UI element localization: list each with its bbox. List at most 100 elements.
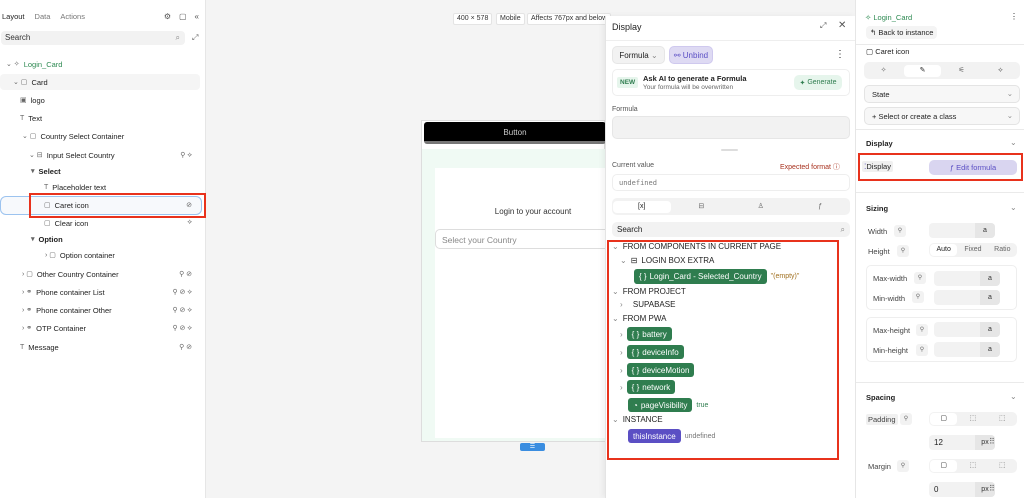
section-components[interactable]: ⌄ FROM COMPONENTS IN CURRENT PAGE xyxy=(612,242,781,251)
section-project[interactable]: ⌄ FROM PROJECT xyxy=(612,287,686,296)
variable-row[interactable]: ›{ } deviceInfo xyxy=(620,345,684,359)
group-supabase[interactable]: › SUPABASE xyxy=(620,300,675,309)
padding-axis-icon[interactable]: ⬚ xyxy=(959,413,986,425)
padding-sides-icon[interactable]: ⬚ xyxy=(989,413,1016,425)
margin-all-icon[interactable]: ▢ xyxy=(930,460,958,472)
style-tab-icon[interactable]: ✎ xyxy=(904,64,941,77)
bind-icon[interactable]: ⚲ xyxy=(900,413,912,425)
section-instance[interactable]: ⌄ INSTANCE xyxy=(612,415,663,424)
margin-axis-icon[interactable]: ⬚ xyxy=(959,460,986,472)
bind-icon[interactable]: ⚲ xyxy=(914,272,926,284)
bind-icon[interactable]: ⚲ xyxy=(897,245,909,257)
spacing-section-title[interactable]: Spacing xyxy=(866,393,895,402)
bind-icon[interactable]: ⚲ xyxy=(916,324,928,336)
mode-dropdown[interactable]: Formula ⌄ xyxy=(612,46,665,64)
height-fixed[interactable]: Fixed xyxy=(959,244,986,256)
variable-row[interactable]: ◔ pageVisibility true xyxy=(628,398,708,412)
drag-handle-icon[interactable]: ⠿ xyxy=(989,484,995,493)
min-width-input[interactable]: a xyxy=(934,290,1000,305)
generate-button[interactable]: ✦ Generate xyxy=(794,75,842,90)
sizing-section-title[interactable]: Sizing xyxy=(866,204,888,213)
tree-item[interactable]: › ▢ Option container xyxy=(45,247,115,263)
width-input[interactable]: a xyxy=(929,223,995,238)
adjust-tab-icon[interactable]: ⚟ xyxy=(943,65,980,77)
user-tab-icon[interactable]: ♙ xyxy=(732,201,790,213)
expected-format[interactable]: Expected format ⓘ xyxy=(780,162,840,172)
max-height-input[interactable]: a xyxy=(934,322,1000,337)
tree-item[interactable]: ▾ Select xyxy=(31,163,61,179)
bind-icon[interactable]: ⚲ xyxy=(916,344,928,356)
tree-item[interactable]: › ▢ Other Country Container ⚲ ⊘ xyxy=(22,266,192,282)
close-icon[interactable]: ✕ xyxy=(838,20,846,31)
min-height-input[interactable]: a xyxy=(934,342,1000,357)
canvas[interactable]: 400 × 578 Mobile Affects 767px and below… xyxy=(207,0,612,498)
height-ratio[interactable]: Ratio xyxy=(989,244,1016,256)
bug-icon[interactable]: ⚙ xyxy=(164,12,171,21)
tree-item[interactable]: ▣ logo xyxy=(20,92,45,108)
search-icon: ⌕ xyxy=(840,225,845,234)
chevron-down-icon[interactable]: ⌄ xyxy=(1010,203,1017,212)
component-link[interactable]: ✧ Login_Card xyxy=(865,13,912,22)
resize-handle[interactable]: ☰ xyxy=(520,443,545,451)
more-icon[interactable]: ⋮ xyxy=(835,49,845,60)
tree-item[interactable]: ⌄ ✧ Login_Card xyxy=(6,56,62,72)
tab-actions[interactable]: Actions xyxy=(60,12,85,21)
formula-input[interactable] xyxy=(612,116,850,139)
expand-icon[interactable]: ⤢ xyxy=(192,33,198,43)
display-section-title[interactable]: Display xyxy=(866,139,893,148)
tree-item[interactable]: T Text xyxy=(20,110,42,126)
tab-data[interactable]: Data xyxy=(35,12,51,21)
drag-handle-icon[interactable]: ⠿ xyxy=(989,437,995,446)
margin-sides-icon[interactable]: ⬚ xyxy=(989,460,1016,472)
tree-item[interactable]: ▢ Caret icon ⊘ xyxy=(44,197,192,213)
variable-row[interactable]: { } Login_Card - Selected_Country "(empty)… xyxy=(634,269,799,284)
chevron-down-icon[interactable]: ⌄ xyxy=(1010,392,1017,401)
resize-grip[interactable] xyxy=(721,149,738,151)
collapse-icon[interactable]: « xyxy=(195,12,199,21)
button-element[interactable]: Button xyxy=(424,122,606,144)
variable-row[interactable]: ›{ } battery xyxy=(620,327,672,341)
variable-row[interactable]: ›{ } network xyxy=(620,380,676,394)
tree-item[interactable]: › ⚭ OTP Container ⚲ ⊘ ⟡ xyxy=(22,320,192,336)
tree-item[interactable]: T Placeholder text xyxy=(44,179,106,195)
group-login-box[interactable]: ⌄ ⊟ LOGIN BOX EXTRA xyxy=(620,256,714,265)
height-auto[interactable]: Auto xyxy=(930,244,958,256)
unbind-button[interactable]: ⚯ Unbind xyxy=(669,46,713,64)
bind-icon[interactable]: ⚲ xyxy=(912,291,924,303)
variable-row[interactable]: ›{ } deviceMotion xyxy=(620,363,695,377)
maximize-icon[interactable]: ⤢ xyxy=(820,21,826,31)
tab-layout[interactable]: Layout xyxy=(2,12,25,21)
tree-item[interactable]: ⌄ ▢ Card xyxy=(13,74,48,90)
country-select[interactable]: Select your Country xyxy=(435,229,610,249)
settings-tab-icon[interactable]: ✧ xyxy=(865,65,902,77)
state-dropdown[interactable]: State ⌄ xyxy=(864,85,1020,103)
bind-icon[interactable]: ⚲ xyxy=(894,225,906,237)
tree-item[interactable]: ▾ Option xyxy=(31,231,63,247)
database-tab-icon[interactable]: ⊟ xyxy=(673,201,731,213)
layers-search-input[interactable]: Search ⌕ xyxy=(1,31,185,45)
bind-icon[interactable]: ⚲ xyxy=(897,460,909,472)
chevron-down-icon[interactable]: ⌄ xyxy=(1010,138,1017,147)
variables-search[interactable]: Search ⌕ xyxy=(612,222,850,237)
back-to-instance-button[interactable]: ↰ Back to instance xyxy=(866,26,938,39)
tree-item[interactable]: ⌄ ⊟ Input Select Country ⚲ ⟡ xyxy=(29,147,192,163)
variable-row[interactable]: thisInstance undefined xyxy=(628,429,715,443)
class-dropdown[interactable]: + Select or create a class ⌄ xyxy=(864,107,1020,125)
max-width-input[interactable]: a xyxy=(934,271,1000,286)
more-icon[interactable]: ⋮ xyxy=(1010,12,1018,21)
panel-icon[interactable]: ▢ xyxy=(179,12,187,21)
padding-input[interactable]: 12 px xyxy=(929,435,995,450)
variables-tab-icon[interactable]: [x] xyxy=(613,200,671,213)
edit-formula-button[interactable]: ƒ Edit formula xyxy=(929,160,1017,175)
tree-item[interactable]: › ⚭ Phone container List ⚲ ⊘ ⟡ xyxy=(22,284,192,300)
tree-item[interactable]: ▢ Clear icon ⟡ xyxy=(44,215,192,231)
tree-item[interactable]: T Message ⚲ ⊘ xyxy=(20,339,192,355)
tree-item[interactable]: › ⚭ Phone container Other ⚲ ⊘ ⟡ xyxy=(22,302,192,318)
padding-all-icon[interactable]: ▢ xyxy=(930,413,958,425)
tree-item[interactable]: ⌄ ▢ Country Select Container xyxy=(22,128,124,144)
device-chip[interactable]: Mobile xyxy=(496,13,525,25)
margin-input[interactable]: 0 px xyxy=(929,482,995,497)
workflow-tab-icon[interactable]: ⟡ xyxy=(982,65,1019,77)
section-pwa[interactable]: ⌄ FROM PWA xyxy=(612,314,666,323)
function-tab-icon[interactable]: ƒ xyxy=(792,201,850,213)
